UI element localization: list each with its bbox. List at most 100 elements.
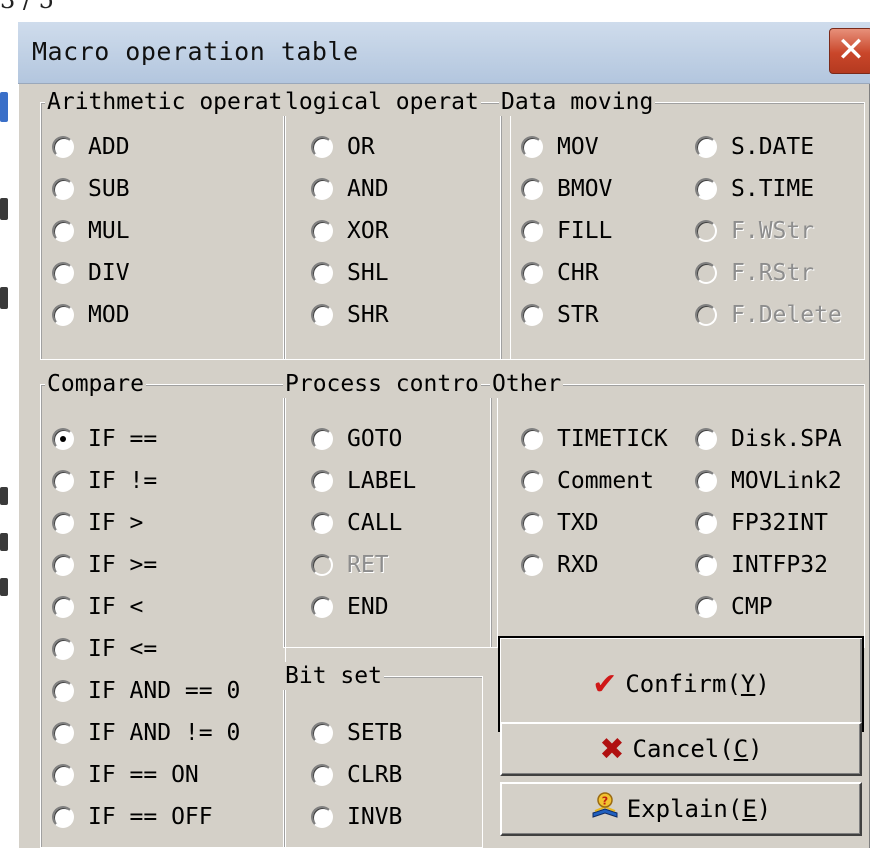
explain-button[interactable]: ? Explain(E) [500, 782, 862, 836]
radio-and[interactable]: AND [311, 175, 389, 203]
radio-if-gt[interactable]: IF > [52, 509, 143, 537]
radio-button-icon [695, 220, 717, 242]
confirm-button[interactable]: ✔ Confirm(Y) [498, 636, 864, 732]
radio-label: RET [347, 552, 389, 578]
radio-mul[interactable]: MUL [52, 217, 130, 245]
radio-f-wstr: F.WStr [695, 217, 814, 245]
radio-button-icon [695, 554, 717, 576]
radio-end[interactable]: END [311, 593, 389, 621]
confirm-mnemonic-close: ) [755, 670, 770, 698]
radio-comment[interactable]: Comment [521, 467, 654, 495]
radio-goto[interactable]: GOTO [311, 425, 402, 453]
radio-button-icon [52, 262, 74, 284]
radio-label: IF == OFF [88, 804, 213, 830]
cancel-button[interactable]: ✖ Cancel(C) [500, 722, 862, 776]
radio-shr[interactable]: SHR [311, 301, 389, 329]
radio-button-icon [52, 220, 74, 242]
radio-label: CALL [347, 510, 403, 536]
radio-or[interactable]: OR [311, 133, 375, 161]
radio-button-icon [52, 638, 74, 660]
radio-rxd[interactable]: RXD [521, 551, 599, 579]
radio-label: DIV [88, 260, 130, 286]
radio-button-icon [311, 220, 333, 242]
help-book-icon: ? [591, 791, 619, 827]
background-marker [0, 578, 8, 596]
radio-shl[interactable]: SHL [311, 259, 389, 287]
radio-mod[interactable]: MOD [52, 301, 130, 329]
radio-if-le[interactable]: IF <= [52, 635, 157, 663]
radio-if-eq[interactable]: IF == [52, 425, 157, 453]
radio-intfp32[interactable]: INTFP32 [695, 551, 828, 579]
radio-str[interactable]: STR [521, 301, 599, 329]
radio-label: CLRB [347, 762, 403, 788]
radio-add[interactable]: ADD [52, 133, 130, 161]
radio-button-icon [52, 136, 74, 158]
radio-label: GOTO [347, 426, 403, 452]
radio-label: TXD [557, 510, 599, 536]
radio-label: END [347, 594, 389, 620]
radio-if-ge[interactable]: IF >= [52, 551, 157, 579]
radio-if-eq-on[interactable]: IF == ON [52, 761, 199, 789]
radio-movlink2[interactable]: MOVLink2 [695, 467, 842, 495]
close-icon: ✕ [836, 30, 866, 70]
compare-group: Compare IF == IF != IF > IF >= IF < IF <… [40, 370, 286, 848]
radio-button-icon [52, 554, 74, 576]
radio-mov[interactable]: MOV [521, 133, 599, 161]
radio-button-icon [695, 596, 717, 618]
cancel-mnemonic-close: ) [748, 735, 763, 763]
title-bar[interactable]: Macro operation table ✕ [18, 22, 870, 84]
radio-button-icon [695, 136, 717, 158]
radio-s-date[interactable]: S.DATE [695, 133, 814, 161]
radio-invb[interactable]: INVB [311, 803, 402, 831]
radio-button-icon [521, 262, 543, 284]
radio-label: F.RStr [731, 260, 815, 286]
background-marker [0, 198, 8, 220]
radio-if-and-eq-0[interactable]: IF AND == 0 [52, 677, 240, 705]
radio-setb[interactable]: SETB [311, 719, 402, 747]
process-control-group: Process contro GOTO LABEL CALL RET END [283, 370, 498, 648]
radio-clrb[interactable]: CLRB [311, 761, 402, 789]
explain-mnemonic: E [742, 795, 757, 823]
radio-f-delete: F.Delete [695, 301, 842, 329]
radio-div[interactable]: DIV [52, 259, 130, 287]
radio-fp32int[interactable]: FP32INT [695, 509, 828, 537]
radio-label: IF != [88, 468, 158, 494]
radio-disk-spa[interactable]: Disk.SPA [695, 425, 842, 453]
radio-if-eq-off[interactable]: IF == OFF [52, 803, 213, 831]
radio-button-icon [311, 136, 333, 158]
radio-label: ADD [88, 134, 130, 160]
radio-button-icon [52, 764, 74, 786]
radio-if-ne[interactable]: IF != [52, 467, 157, 495]
radio-button-icon [521, 470, 543, 492]
background-marker [0, 533, 8, 551]
other-group: Other TIMETICK Comment TXD RXD Disk.SPA … [490, 370, 865, 648]
radio-bmov[interactable]: BMOV [521, 175, 612, 203]
radio-sub[interactable]: SUB [52, 175, 130, 203]
radio-chr[interactable]: CHR [521, 259, 599, 287]
close-button[interactable]: ✕ [829, 28, 870, 74]
radio-label: MOV [557, 134, 599, 160]
check-icon: ✔ [592, 666, 618, 702]
radio-if-and-ne-0[interactable]: IF AND != 0 [52, 719, 240, 747]
radio-label: AND [347, 176, 389, 202]
radio-label: SETB [347, 720, 403, 746]
radio-button-icon [695, 304, 717, 326]
radio-button-icon [311, 428, 333, 450]
radio-timetick[interactable]: TIMETICK [521, 425, 668, 453]
radio-s-time[interactable]: S.TIME [695, 175, 814, 203]
confirm-mnemonic: Y [740, 670, 756, 698]
radio-label-op[interactable]: LABEL [311, 467, 416, 495]
radio-label: Comment [557, 468, 654, 494]
radio-fill[interactable]: FILL [521, 217, 612, 245]
radio-label: MUL [88, 218, 130, 244]
radio-button-icon [695, 428, 717, 450]
radio-xor[interactable]: XOR [311, 217, 389, 245]
radio-label: SHR [347, 302, 389, 328]
radio-button-icon [521, 554, 543, 576]
radio-if-lt[interactable]: IF < [52, 593, 143, 621]
radio-cmp[interactable]: CMP [695, 593, 773, 621]
radio-call[interactable]: CALL [311, 509, 402, 537]
radio-label: IF AND != 0 [88, 720, 241, 746]
cancel-mnemonic: C [733, 735, 749, 763]
radio-txd[interactable]: TXD [521, 509, 599, 537]
